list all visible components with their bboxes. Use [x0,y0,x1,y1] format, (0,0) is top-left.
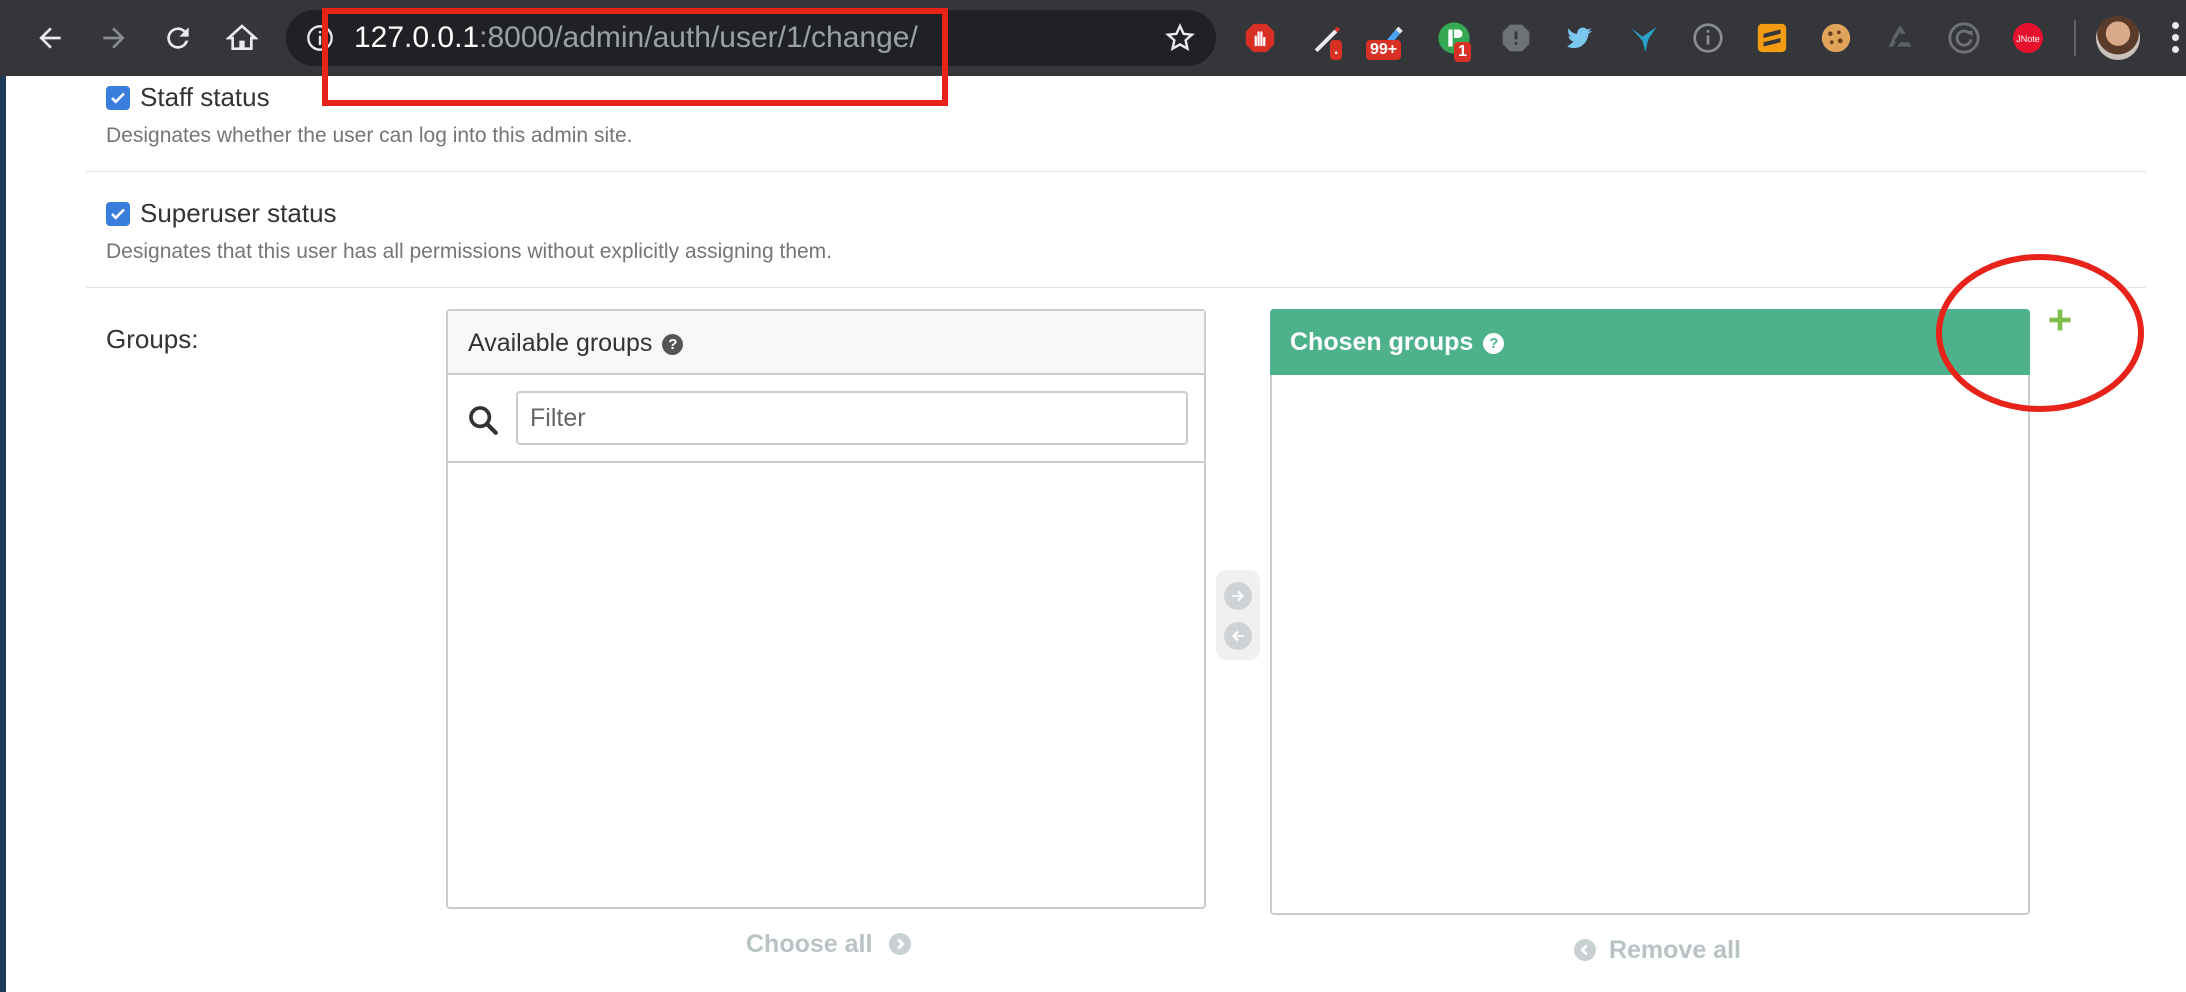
forward-button[interactable] [90,14,138,62]
desktop-edge [0,0,6,992]
arrow-left-icon [1232,630,1244,642]
pen-tool-icon[interactable]: . [1306,18,1346,60]
available-groups-title: Available groups? [468,329,684,358]
superuser-status-label[interactable]: Superuser status [140,198,337,229]
superuser-status-checkbox[interactable] [106,202,130,226]
back-button[interactable] [26,14,74,62]
help-icon[interactable]: ? [662,334,684,355]
remove-all-label: Remove all [1608,936,1741,964]
annotation-ellipse [1936,254,2144,412]
choose-all-label: Choose all [746,930,873,958]
available-groups-list[interactable] [448,463,1204,907]
move-left-button[interactable] [1224,622,1252,650]
staff-status-help: Designates whether the user can log into… [106,124,633,147]
remove-all-link[interactable]: Remove all [1574,936,1741,965]
reader-icon[interactable]: 1 [1434,18,1474,62]
profile-avatar[interactable] [2096,16,2140,60]
forward-arrow-icon [103,27,125,49]
groups-label: Groups: [106,324,199,354]
help-icon[interactable]: ? [1483,333,1505,354]
checkmark-icon [111,208,125,220]
home-icon [226,24,258,50]
available-groups-box: Available groups? [446,309,1206,909]
available-groups-header: Available groups? [448,311,1204,375]
superuser-status-help: Designates that this user has all permis… [106,240,833,263]
refresh-circle-icon[interactable] [1944,18,1984,58]
chevron-left-circle-icon [1574,939,1596,961]
selector-mover [1216,570,1260,660]
chosen-groups-header: Chosen groups? [1270,309,2030,375]
browser-menu-icon[interactable] [2170,22,2180,56]
superuser-status-row: Superuser status Designates that this us… [86,172,2146,288]
reader-badge: 1 [1454,42,1471,62]
back-arrow-icon [39,27,61,49]
twitter-bird-icon[interactable] [1560,18,1600,58]
chosen-groups-box: Chosen groups? [1270,309,2030,915]
jnote-label: JNote [2016,34,2040,44]
toolbar-divider [2074,20,2076,56]
checkmark-icon [111,92,125,104]
stop-hand-icon[interactable] [1240,18,1280,58]
recycle-icon[interactable] [1880,18,1920,58]
staff-status-checkbox[interactable] [106,86,130,110]
octagon-icon[interactable] [1496,18,1536,58]
home-button[interactable] [218,14,266,62]
info-icon[interactable] [1688,18,1728,58]
filter-input[interactable] [516,391,1188,445]
available-groups-title-text: Available groups [468,329,653,357]
highlighter-badge: 99+ [1366,40,1402,60]
annotation-rectangle [322,8,948,106]
chosen-groups-list[interactable] [1272,375,2028,913]
chosen-groups-title: Chosen groups? [1290,328,1505,357]
jnote-icon[interactable]: JNote [2008,18,2048,58]
search-icon [469,406,498,435]
arrow-right-icon [1232,590,1244,602]
sublime-icon[interactable] [1752,18,1792,58]
filter-row [448,375,1204,463]
bookmark-star-icon[interactable] [1164,22,1196,54]
pen-tool-badge: . [1330,40,1343,60]
choose-all-link[interactable]: Choose all [746,930,912,959]
highlighter-icon[interactable]: 99+ [1366,18,1410,60]
staff-status-label[interactable]: Staff status [140,82,270,113]
chosen-groups-title-text: Chosen groups [1290,328,1474,356]
hummingbird-icon[interactable] [1624,18,1664,58]
reload-icon [167,27,189,49]
move-right-button[interactable] [1224,582,1252,610]
chevron-right-circle-icon [889,933,912,955]
cookie-icon[interactable] [1816,18,1856,58]
reload-button[interactable] [154,14,202,62]
